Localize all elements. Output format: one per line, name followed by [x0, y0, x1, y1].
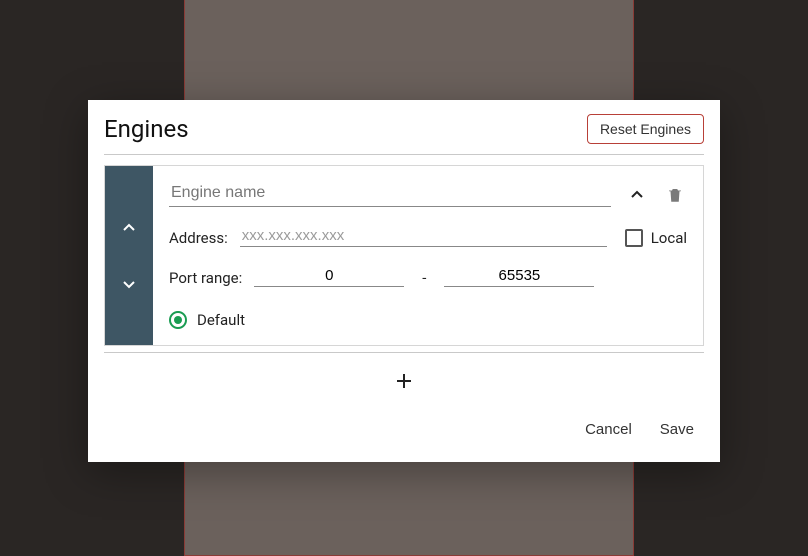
save-button[interactable]: Save — [656, 415, 698, 444]
engines-dialog: Engines Reset Engines Addres — [88, 100, 720, 462]
add-engine-row — [104, 353, 704, 409]
dialog-header: Engines Reset Engines — [104, 114, 704, 155]
address-row: Address: Local — [169, 225, 687, 247]
default-radio[interactable] — [169, 311, 187, 329]
engine-body: Address: Local Port range: - Default — [153, 166, 703, 345]
delete-engine-button[interactable] — [663, 183, 687, 207]
default-row: Default — [169, 311, 687, 329]
plus-icon — [395, 372, 413, 390]
address-input[interactable] — [240, 225, 607, 247]
trash-icon — [666, 186, 684, 204]
default-label: Default — [197, 311, 245, 329]
move-up-button[interactable] — [115, 214, 143, 242]
local-label: Local — [651, 229, 687, 247]
chevron-up-icon — [121, 220, 137, 236]
address-label: Address: — [169, 229, 228, 247]
dialog-title: Engines — [104, 115, 189, 143]
collapse-button[interactable] — [625, 183, 649, 207]
local-checkbox-wrap: Local — [625, 229, 687, 247]
reorder-column — [105, 166, 153, 345]
port-to-input[interactable] — [444, 265, 594, 287]
port-separator: - — [416, 269, 432, 287]
engine-name-row — [169, 180, 687, 207]
chevron-down-icon — [121, 276, 137, 292]
reset-engines-button[interactable]: Reset Engines — [587, 114, 704, 144]
port-from-input[interactable] — [254, 265, 404, 287]
engine-name-input[interactable] — [169, 180, 611, 207]
move-down-button[interactable] — [115, 270, 143, 298]
local-checkbox[interactable] — [625, 229, 643, 247]
dialog-actions: Cancel Save — [104, 409, 704, 446]
port-range-row: Port range: - — [169, 265, 687, 287]
engine-card: Address: Local Port range: - Default — [104, 165, 704, 346]
chevron-up-icon — [629, 187, 645, 203]
add-engine-button[interactable] — [390, 367, 418, 395]
port-range-label: Port range: — [169, 269, 242, 287]
cancel-button[interactable]: Cancel — [581, 415, 636, 444]
